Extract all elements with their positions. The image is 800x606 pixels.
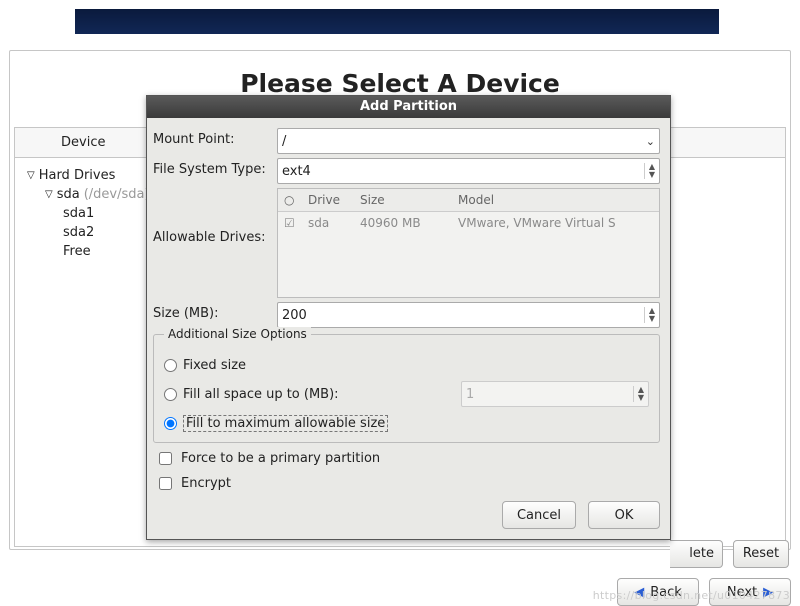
col-model: Model (458, 193, 653, 207)
col-size: Size (360, 193, 458, 207)
delete-button[interactable]: lete (670, 540, 723, 568)
fs-type-label: File System Type: (153, 158, 277, 177)
radio-fill-upto-input[interactable] (164, 388, 177, 401)
mount-point-label: Mount Point: (153, 128, 277, 147)
chevron-down-icon: ▽ (27, 170, 35, 181)
ok-button[interactable]: OK (588, 501, 660, 529)
next-button[interactable]: Next ▶ (709, 578, 791, 606)
size-label: Size (MB): (153, 302, 277, 321)
force-primary-checkbox[interactable] (159, 452, 172, 465)
checkbox-label: Encrypt (181, 476, 231, 491)
spinner-icon: ▲▼ (644, 307, 655, 323)
top-bar (75, 9, 719, 34)
chevron-down-icon: ▽ (45, 189, 53, 200)
radio-fill-max-input[interactable] (164, 417, 177, 430)
reset-button[interactable]: Reset (733, 540, 789, 568)
radio-fill-max[interactable]: Fill to maximum allowable size (164, 415, 649, 432)
allowable-drives-grid[interactable]: ○ Drive Size Model ☑ sda 40960 MB VMware… (277, 188, 660, 298)
button-label: Reset (743, 546, 779, 561)
drive-model: VMware, VMware Virtual S (458, 216, 653, 230)
additional-size-options: Additional Size Options Fixed size Fill … (153, 334, 660, 443)
checkbox-label: Force to be a primary partition (181, 451, 380, 466)
allowable-drives-label: Allowable Drives: (153, 188, 277, 245)
radio-fill-upto[interactable]: Fill all space up to (MB): 1 ▲▼ (164, 381, 649, 407)
encrypt-row[interactable]: Encrypt (155, 474, 660, 493)
radio-fixed[interactable]: Fixed size (164, 358, 649, 373)
nav-bar: ◀ Back Next ▶ (0, 578, 800, 606)
fill-upto-value: 1 (466, 387, 474, 402)
arrow-right-icon: ▶ (763, 585, 773, 600)
fieldset-title: Additional Size Options (164, 327, 311, 341)
chevron-down-icon: ⌄ (646, 135, 655, 148)
drive-row[interactable]: ☑ sda 40960 MB VMware, VMware Virtual S (278, 212, 659, 234)
tree-label: sda2 (63, 225, 94, 240)
page-title: Please Select A Device (10, 69, 790, 98)
button-label: Next (727, 585, 757, 600)
dialog-title: Add Partition (147, 96, 670, 118)
button-label: Back (650, 585, 682, 600)
drive-name: sda (308, 216, 360, 230)
drive-size: 40960 MB (360, 216, 458, 230)
back-button[interactable]: ◀ Back (617, 578, 699, 606)
mount-point-value: / (282, 134, 286, 149)
select-all-header[interactable]: ○ (284, 193, 308, 207)
radio-label: Fixed size (183, 358, 246, 373)
add-partition-dialog: Add Partition Mount Point: / ⌄ File Syst… (146, 95, 671, 540)
cancel-button[interactable]: Cancel (502, 501, 576, 529)
force-primary-row[interactable]: Force to be a primary partition (155, 449, 660, 468)
drive-checkbox[interactable]: ☑ (284, 216, 308, 230)
spinner-icon: ▲▼ (644, 163, 655, 179)
fs-type-value: ext4 (282, 164, 311, 179)
radio-fixed-input[interactable] (164, 359, 177, 372)
mount-point-combo[interactable]: / ⌄ (277, 128, 660, 154)
spinner-icon: ▲▼ (633, 386, 644, 402)
size-value: 200 (282, 308, 307, 323)
radio-label: Fill to maximum allowable size (183, 415, 388, 432)
col-drive: Drive (308, 193, 360, 207)
encrypt-checkbox[interactable] (159, 477, 172, 490)
fs-type-combo[interactable]: ext4 ▲▼ (277, 158, 660, 184)
button-label: OK (615, 508, 634, 523)
tree-label: Hard Drives (39, 168, 116, 183)
arrow-left-icon: ◀ (634, 585, 644, 600)
tree-label: Free (63, 244, 91, 259)
tree-label: sda (57, 187, 80, 202)
tree-label: sda1 (63, 206, 94, 221)
tree-devpath: (/dev/sda) (84, 187, 150, 202)
size-input[interactable]: 200 ▲▼ (277, 302, 660, 328)
fill-upto-input: 1 ▲▼ (461, 381, 649, 407)
button-label: Cancel (517, 508, 561, 523)
radio-label: Fill all space up to (MB): (183, 387, 339, 402)
button-label: lete (689, 546, 714, 561)
